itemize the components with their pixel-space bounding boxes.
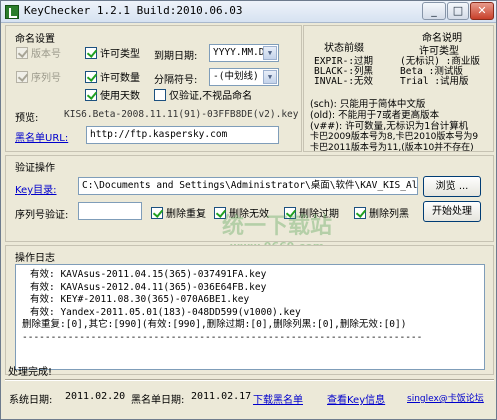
expire-label: 到期日期: — [154, 51, 198, 62]
log-line: 有效: KEY#-2011.08.30(365)-070A6BE1.key — [30, 294, 250, 305]
checkbox-label: 仅验证,不视品命名 — [169, 91, 253, 102]
download-blacklist-link[interactable]: 下载黑名单 — [253, 391, 303, 406]
verify-title: 验证操作 — [15, 163, 55, 174]
checkbox-label: 删除无效 — [229, 209, 269, 220]
app-window: KeyChecker 1.2.1 Build:2010.06.03 _ □ ✕ … — [0, 0, 497, 420]
select-value: -(中划线) — [213, 71, 259, 82]
verify-group: 验证操作 Key目录: C:\Documents and Settings\Ad… — [5, 155, 494, 242]
blacklist-date-value: 2011.02.17 — [191, 391, 252, 402]
minimize-button[interactable]: _ — [422, 2, 446, 20]
checkbox-delete-expired[interactable]: 删除过期 — [284, 205, 339, 220]
serial-verify-label: 序列号验证: — [15, 210, 69, 221]
checkbox-label: 删除重复 — [166, 209, 206, 220]
checkbox-version[interactable]: 版本号 — [16, 45, 61, 60]
dropdown-arrow-icon[interactable]: ▼ — [263, 70, 277, 84]
log-textarea[interactable]: 有效: KAVAsus-2011.04.15(365)-037491FA.key… — [15, 264, 485, 370]
name-settings-title: 命名设置 — [15, 34, 55, 45]
checkbox-verify-only[interactable]: 仅验证,不视品命名 — [154, 87, 252, 102]
log-line: 有效: Yandex-2011.05.01(183)-048DD599(v100… — [30, 306, 301, 318]
checkbox-label: 删除列黑 — [369, 209, 409, 220]
checkbox-license-type[interactable]: 许可类型 — [85, 45, 140, 60]
browse-button[interactable]: 浏览 ... — [423, 176, 481, 197]
checkbox-label: 删除过期 — [299, 209, 339, 220]
naming-desc-row: Trial :试用版 — [400, 76, 469, 87]
blacklist-date-label: 黑名单日期: — [131, 395, 185, 406]
status-prefix-title: 状态前缀 — [324, 43, 364, 54]
separator-select[interactable]: -(中划线) ▼ — [209, 68, 279, 86]
name-settings-group: 命名设置 版本号 许可类型 到期日期: YYYY.MM.DD ▼ 序列号 许可数… — [5, 25, 302, 152]
checkbox-box[interactable] — [354, 206, 366, 219]
checkbox-delete-duplicate[interactable]: 删除重复 — [151, 205, 206, 220]
checkbox-delete-invalid[interactable]: 删除无效 — [214, 205, 269, 220]
checkbox-label: 许可数量 — [100, 73, 140, 84]
maximize-button[interactable]: □ — [447, 2, 469, 20]
dropdown-arrow-icon[interactable]: ▼ — [263, 46, 277, 60]
checkbox-box[interactable] — [85, 70, 97, 83]
close-button[interactable]: ✕ — [470, 2, 494, 20]
checkbox-serial[interactable]: 序列号 — [16, 69, 61, 84]
key-dir-label[interactable]: Key目录: — [15, 181, 57, 196]
serial-verify-input[interactable] — [78, 202, 142, 220]
author-link[interactable]: singlex@卡饭论坛 — [407, 391, 484, 404]
info-panel: 状态前缀 EXPIR-:过期 BLACK-:列黑 INVAL-:无效 命名说明 … — [303, 25, 494, 153]
log-line: ----------------------------------------… — [22, 331, 423, 343]
status-message: 处理完成! — [8, 367, 53, 378]
key-dir-input[interactable]: C:\Documents and Settings\Administrator\… — [78, 177, 418, 195]
system-date-value: 2011.02.20 — [65, 391, 126, 402]
client-area: 命名设置 版本号 许可类型 到期日期: YYYY.MM.DD ▼ 序列号 许可数… — [5, 25, 494, 417]
checkbox-box[interactable] — [151, 206, 163, 219]
checkbox-box[interactable] — [284, 206, 296, 219]
checkbox-box[interactable] — [16, 46, 28, 59]
checkbox-license-count[interactable]: 许可数量 — [85, 69, 140, 84]
app-check-icon — [5, 5, 19, 19]
note-line: 卡巴2011版本号为11,(版本10并不存在) — [310, 143, 474, 153]
blacklist-url-label[interactable]: 黑名单URL: — [15, 129, 68, 144]
select-value: YYYY.MM.DD — [213, 47, 271, 58]
preview-label: 预览: — [15, 113, 39, 124]
checkbox-box[interactable] — [154, 88, 166, 101]
checkbox-box[interactable] — [85, 88, 97, 101]
checkbox-label: 版本号 — [31, 49, 61, 60]
divider — [5, 379, 494, 381]
log-line: 有效: KAVAsus-2012.04.11(365)-036E64FB.key — [30, 281, 267, 293]
title-bar[interactable]: KeyChecker 1.2.1 Build:2010.06.03 _ □ ✕ — [1, 1, 496, 23]
checkbox-label: 使用天数 — [100, 91, 140, 102]
preview-value: KIS6.Beta-2008.11.11(91)-03FFB8DE(v2).ke… — [64, 109, 299, 120]
expire-format-select[interactable]: YYYY.MM.DD ▼ — [209, 44, 279, 62]
view-key-info-link[interactable]: 查看Key信息 — [327, 391, 385, 406]
system-date-label: 系统日期: — [9, 395, 53, 406]
checkbox-label: 序列号 — [31, 73, 61, 84]
separator-label: 分隔符号: — [154, 75, 198, 86]
checkbox-box[interactable] — [214, 206, 226, 219]
checkbox-label: 许可类型 — [100, 49, 140, 60]
window-title: KeyChecker 1.2.1 Build:2010.06.03 — [24, 4, 243, 17]
blacklist-url-input[interactable]: http://ftp.kaspersky.com — [86, 126, 279, 144]
checkbox-box[interactable] — [85, 46, 97, 59]
checkbox-box[interactable] — [16, 70, 28, 83]
status-prefix-row: INVAL-:无效 — [314, 76, 374, 87]
log-line: 有效: KAVAsus-2011.04.15(365)-037491FA.key — [30, 269, 267, 280]
checkbox-days[interactable]: 使用天数 — [85, 87, 140, 102]
log-group: 操作日志 有效: KAVAsus-2011.04.15(365)-037491F… — [5, 245, 494, 375]
checkbox-delete-blacklisted[interactable]: 删除列黑 — [354, 205, 409, 220]
log-title: 操作日志 — [15, 253, 55, 264]
log-line: 删除重复:[0],其它:[990](有效:[990],删除过期:[0],删除列黑… — [22, 319, 407, 330]
start-process-button[interactable]: 开始处理 — [423, 201, 481, 222]
